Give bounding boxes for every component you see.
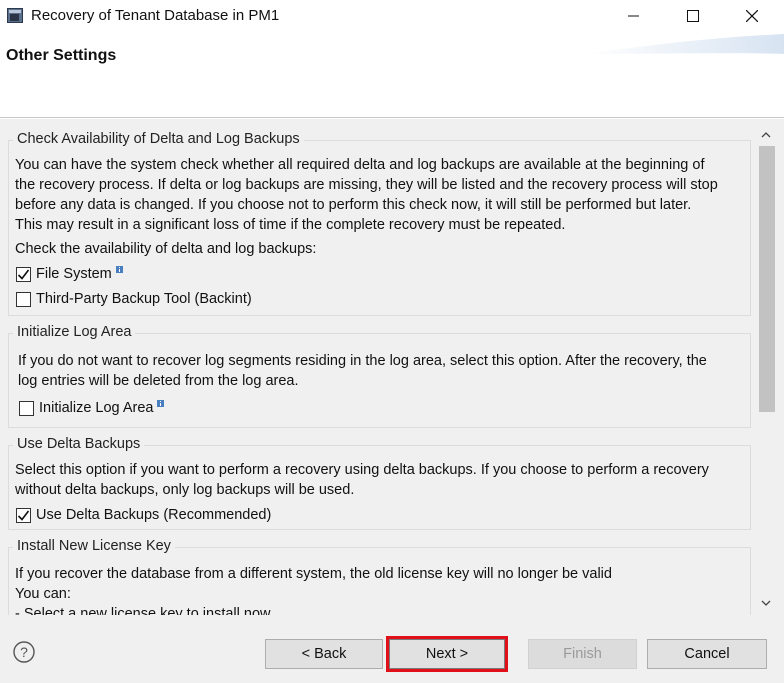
use-delta-checkbox[interactable] [16,507,31,523]
checkmark-icon [17,269,30,280]
description-line: If you recover the database from a diffe… [15,566,612,582]
cancel-button[interactable]: Cancel [647,639,767,669]
title-bar: Recovery of Tenant Database in PM1 [0,0,784,32]
group-title: Initialize Log Area [13,324,136,340]
chevron-down-icon [761,600,771,606]
description-line: - Select a new license key to install no… [15,606,271,615]
description-line: the recovery process. If delta or log ba… [15,177,718,193]
scroll-down-button[interactable] [757,592,775,614]
delta-backups-description: Select this option if you want to perfor… [15,460,745,500]
checkmark-icon [17,510,30,521]
description-line: without delta backups, only log backups … [15,482,355,498]
next-button[interactable]: Next > [386,636,508,672]
backint-checkbox[interactable] [16,291,31,307]
maximize-button[interactable] [670,0,716,32]
check-prompt-label: Check the availability of delta and log … [15,241,317,257]
finish-button[interactable]: Finish [528,639,637,669]
back-button[interactable]: < Back [265,639,383,669]
file-system-option[interactable]: File System [16,264,123,284]
description-line: You can have the system check whether al… [15,157,705,173]
close-icon [746,10,758,22]
window-title: Recovery of Tenant Database in PM1 [31,7,280,24]
scroll-up-button[interactable] [757,124,775,146]
group-title: Install New License Key [13,538,175,554]
initialize-log-description: If you do not want to recover log segmen… [18,351,748,391]
scroll-thumb[interactable] [759,146,775,412]
app-window-icon [7,8,23,23]
file-system-label: File System [36,266,112,282]
group-title: Check Availability of Delta and Log Back… [13,131,304,147]
wizard-footer: ? < Back Next > Finish Cancel [0,615,784,683]
info-icon[interactable] [115,265,123,273]
description-line: before any data is changed. If you choos… [15,197,692,213]
page-title: Other Settings [6,47,117,64]
minimize-icon [628,15,639,17]
check-availability-description: You can have the system check whether al… [15,155,745,235]
initialize-log-option[interactable]: Initialize Log Area [19,398,165,418]
minimize-button[interactable] [611,0,657,32]
header-decoration [584,34,784,54]
group-check-availability: Check Availability of Delta and Log Back… [8,131,751,316]
chevron-up-icon [761,132,771,138]
use-delta-option[interactable]: Use Delta Backups (Recommended) [16,505,271,525]
settings-content: Check Availability of Delta and Log Back… [0,119,784,615]
svg-text:?: ? [20,644,28,660]
description-line: This may result in a significant loss of… [15,217,566,233]
group-initialize-log-area: Initialize Log Area If you do not want t… [8,324,751,428]
initialize-log-checkbox[interactable] [19,400,34,416]
group-use-delta-backups: Use Delta Backups Select this option if … [8,436,751,530]
group-install-license-key: Install New License Key If you recover t… [8,538,751,615]
vertical-scrollbar[interactable] [757,119,775,615]
scroll-content: Check Availability of Delta and Log Back… [8,119,754,615]
group-title: Use Delta Backups [13,436,145,452]
use-delta-label: Use Delta Backups (Recommended) [36,507,272,523]
file-system-checkbox[interactable] [16,266,31,282]
description-line: Select this option if you want to perfor… [15,462,709,478]
description-line: If you do not want to recover log segmen… [18,353,707,369]
backint-label: Third-Party Backup Tool (Backint) [36,291,252,307]
license-key-description: If you recover the database from a diffe… [15,564,745,615]
description-line: You can: [15,586,71,602]
initialize-log-label: Initialize Log Area [39,400,154,416]
help-icon[interactable]: ? [13,641,35,663]
maximize-icon [687,10,699,22]
description-line: log entries will be deleted from the log… [18,373,299,389]
close-button[interactable] [729,0,775,32]
info-icon[interactable] [157,399,165,407]
wizard-header: Other Settings [0,32,784,118]
backint-option[interactable]: Third-Party Backup Tool (Backint) [16,289,252,309]
